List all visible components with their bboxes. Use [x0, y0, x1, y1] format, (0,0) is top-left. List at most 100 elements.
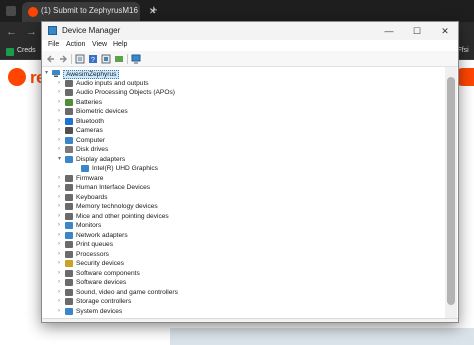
minimize-button[interactable]: — — [376, 24, 402, 38]
chevron-right-icon[interactable]: › — [58, 89, 60, 96]
update-driver-icon[interactable] — [114, 54, 124, 64]
bookmark-icon — [6, 48, 14, 56]
tree-category[interactable]: › Print queues — [42, 240, 444, 249]
chevron-right-icon[interactable]: › — [58, 251, 60, 258]
display-icon — [65, 155, 73, 163]
tree-category[interactable]: › Human Interface Devices — [42, 183, 444, 192]
menu-bar: File Action View Help — [42, 40, 458, 51]
chevron-right-icon[interactable]: › — [58, 260, 60, 267]
tree-category[interactable]: › Network adapters — [42, 231, 444, 240]
monitor-icon[interactable] — [131, 54, 141, 64]
cpu-icon — [65, 250, 73, 258]
chevron-right-icon[interactable]: › — [58, 184, 60, 191]
chevron-right-icon[interactable]: › — [58, 232, 60, 239]
chevron-right-icon[interactable]: › — [58, 80, 60, 87]
device-manager-app-icon — [48, 26, 57, 35]
monitor-icon — [65, 222, 73, 229]
tree-item-label: Computer — [76, 136, 105, 144]
tree-category[interactable]: › Cameras — [42, 126, 444, 135]
disk-icon — [65, 146, 73, 153]
chevron-right-icon[interactable]: › — [58, 118, 60, 125]
forward-arrow-icon[interactable]: → — [26, 26, 37, 38]
new-tab-button[interactable]: + — [150, 3, 158, 17]
help-icon[interactable]: ? — [88, 54, 98, 64]
back-arrow-icon[interactable]: ← — [6, 26, 17, 38]
vertical-scrollbar[interactable] — [445, 67, 457, 321]
tree-item-label: Audio Processing Objects (APOs) — [76, 89, 175, 96]
tree-category[interactable]: › Biometric devices — [42, 107, 444, 116]
chevron-right-icon[interactable]: › — [58, 270, 60, 277]
chevron-right-icon[interactable]: › — [58, 289, 60, 296]
chevron-right-icon[interactable]: › — [58, 99, 60, 106]
tree-category[interactable]: › Storage controllers — [42, 297, 444, 306]
chevron-right-icon[interactable]: › — [58, 203, 60, 210]
tree-category[interactable]: › Disk drives — [42, 145, 444, 154]
speaker-icon — [65, 288, 73, 296]
tree-item-label: System devices — [76, 307, 123, 315]
tree-category[interactable]: › System devices — [42, 307, 444, 316]
security-icon — [65, 260, 73, 267]
tree-category[interactable]: ▾ Display adapters — [42, 155, 444, 164]
scan-icon[interactable] — [101, 54, 111, 64]
tree-item-label: Biometric devices — [76, 108, 128, 115]
chevron-right-icon[interactable]: › — [58, 213, 60, 220]
tree-category[interactable]: › Bluetooth — [42, 117, 444, 126]
chevron-right-icon[interactable]: › — [58, 222, 60, 229]
scrollbar-thumb[interactable] — [447, 77, 455, 305]
tab-actions-icon[interactable] — [6, 6, 16, 16]
chevron-right-icon[interactable]: › — [58, 308, 60, 315]
tree-item-label: Monitors — [76, 222, 102, 229]
tree-item-label: Firmware — [76, 174, 104, 182]
tree-category[interactable]: › Firmware — [42, 174, 444, 183]
chevron-right-icon[interactable]: › — [58, 298, 60, 305]
menu-help[interactable]: Help — [113, 41, 127, 48]
tree-category[interactable]: › Monitors — [42, 221, 444, 230]
chip-icon — [65, 174, 73, 182]
tree-category[interactable]: › Audio Processing Objects (APOs) — [42, 88, 444, 97]
page-footer-strip — [170, 328, 474, 345]
printer-icon — [65, 241, 73, 248]
tree-item-label: Network adapters — [76, 231, 128, 239]
fingerprint-icon — [65, 108, 73, 115]
tree-category[interactable]: › Sound, video and game controllers — [42, 288, 444, 297]
close-button[interactable]: ✕ — [432, 24, 458, 38]
tree-category[interactable]: › Keyboards — [42, 193, 444, 202]
tree-category[interactable]: › Security devices — [42, 259, 444, 268]
tree-root[interactable]: ▾ AwesimZephyrus — [42, 69, 444, 79]
tree-child-item[interactable]: Intel(R) UHD Graphics — [42, 164, 444, 173]
software-icon — [65, 279, 73, 286]
chevron-right-icon[interactable]: › — [58, 108, 60, 115]
menu-action[interactable]: Action — [66, 41, 85, 48]
reddit-logo-icon[interactable] — [8, 68, 26, 86]
chevron-right-icon[interactable]: › — [58, 279, 60, 286]
tree-category[interactable]: › Software devices — [42, 278, 444, 287]
chevron-right-icon[interactable]: › — [58, 241, 60, 248]
device-tree: ▾ AwesimZephyrus › Audio inputs and outpu… — [42, 67, 444, 321]
tree-category[interactable]: › Software components — [42, 269, 444, 278]
tree-item-label: Batteries — [76, 98, 103, 106]
chevron-right-icon[interactable]: › — [58, 175, 60, 182]
forward-icon[interactable] — [58, 54, 68, 64]
tree-item-label: Print queues — [76, 241, 114, 248]
tab-reddit-submit[interactable]: (1) Submit to ZephyrusM16 ✕ — [22, 2, 157, 22]
tree-category[interactable]: › Memory technology devices — [42, 202, 444, 211]
title-bar[interactable]: Device Manager — ☐ ✕ — [42, 22, 458, 40]
chevron-down-icon[interactable]: ▾ — [58, 156, 61, 163]
tree-category[interactable]: › Computer — [42, 136, 444, 145]
tree-category[interactable]: › Batteries — [42, 98, 444, 107]
properties-icon[interactable] — [75, 54, 85, 64]
chevron-down-icon[interactable]: ▾ — [45, 70, 48, 77]
maximize-button[interactable]: ☐ — [404, 24, 430, 38]
back-icon[interactable] — [46, 54, 56, 64]
tree-category[interactable]: › Processors — [42, 250, 444, 259]
tree-item-label: Software components — [76, 269, 140, 277]
menu-view[interactable]: View — [92, 41, 107, 48]
tree-category[interactable]: › Mice and other pointing devices — [42, 212, 444, 221]
chevron-right-icon[interactable]: › — [58, 137, 60, 144]
tree-category[interactable]: › Audio inputs and outputs — [42, 79, 444, 88]
chevron-right-icon[interactable]: › — [58, 127, 60, 134]
menu-file[interactable]: File — [48, 41, 59, 48]
chevron-right-icon[interactable]: › — [58, 194, 60, 201]
chevron-right-icon[interactable]: › — [58, 146, 60, 153]
bookmark-creds[interactable]: Creds — [17, 47, 36, 54]
